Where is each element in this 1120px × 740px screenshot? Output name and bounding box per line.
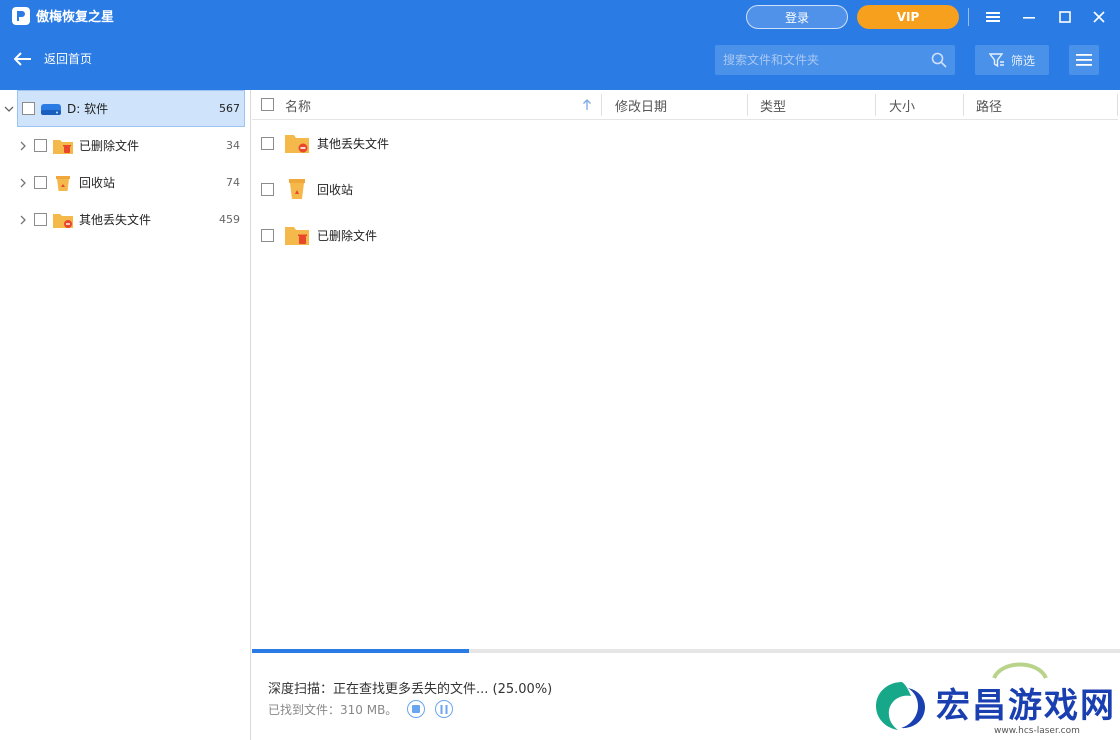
tree-item-recycle-bin[interactable]: 回收站 74 [0,164,250,201]
leaf-arc-icon [992,662,1048,680]
tree-item-count: 74 [226,176,240,189]
stop-scan-button[interactable] [407,700,426,718]
tree-item-label: 已删除文件 [79,139,140,153]
scan-found-row: 已找到文件：310 MB。 [268,700,454,718]
hamburger-icon [986,12,1000,22]
stop-icon [412,705,421,713]
lost-folder-icon [53,213,73,228]
chevron-down-icon[interactable] [4,104,14,114]
lost-folder-icon [285,135,309,153]
watermark-text: 宏昌游戏网 [936,686,1116,726]
chevron-right-icon[interactable] [18,178,28,188]
tree-item-label: 其他丢失文件 [79,213,152,227]
column-divider [1117,94,1118,116]
view-menu-button[interactable] [1069,45,1099,75]
tree-item-count: 34 [226,139,240,152]
column-type[interactable]: 类型 [760,90,786,120]
login-button[interactable]: 登录 [746,5,848,29]
row-file-name: 已删除文件 [317,228,378,243]
sidebar-tree: D: 软件 567 已删除文件 34 回收站 74 其他丢失文件 459 [0,90,251,740]
row-file-name: 回收站 [317,182,354,197]
search-input[interactable] [723,53,931,67]
app-menu-button[interactable] [981,5,1005,29]
app-title: 傲梅恢复之星 [12,6,114,25]
column-divider[interactable] [963,94,964,116]
maximize-button[interactable] [1053,5,1077,29]
column-path[interactable]: 路径 [976,90,1002,120]
row-checkbox[interactable] [261,136,274,150]
filter-label: 筛选 [1010,53,1035,68]
file-list: 名称 修改日期 类型 大小 路径 其他丢失文件 回收站 已删除文件 [252,90,1120,648]
filter-button[interactable]: 筛选 [975,45,1049,75]
vip-button[interactable]: VIP [857,5,959,29]
row-checkbox[interactable] [261,228,274,242]
chevron-right-icon[interactable] [18,141,28,151]
column-header: 名称 修改日期 类型 大小 路径 [252,90,1118,120]
close-icon [1093,11,1105,23]
tree-item-label: D: 软件 [67,102,109,116]
maximize-icon [1059,11,1071,23]
column-divider[interactable] [601,94,602,116]
watermark-url: www.hcs-laser.com [994,726,1080,736]
app-logo-icon [12,6,30,25]
close-button[interactable] [1087,5,1111,29]
deleted-folder-icon [285,227,309,245]
arrow-left-icon [14,51,31,66]
app-title-text: 傲梅恢复之星 [36,10,115,25]
scan-status-text: 深度扫描：正在查找更多丢失的文件... (25.00%) [268,682,553,697]
title-divider [968,8,969,26]
sort-ascending-icon[interactable] [582,99,592,111]
column-name[interactable]: 名称 [285,90,311,120]
tree-checkbox[interactable] [34,139,47,152]
tree-item-deleted-files[interactable]: 已删除文件 34 [0,127,250,164]
list-menu-icon [1076,54,1092,66]
minimize-icon [1023,17,1035,19]
tree-item-count: 459 [219,213,240,226]
pause-icon [440,704,448,714]
drive-icon [41,103,61,115]
back-home-button[interactable]: 返回首页 [14,50,92,67]
watermark: 宏昌游戏网 www.hcs-laser.com [870,658,1120,740]
row-checkbox[interactable] [261,182,274,196]
tree-item-count: 567 [219,102,240,115]
dragon-logo-icon [876,682,925,730]
search-icon[interactable] [931,52,947,68]
column-modified-date[interactable]: 修改日期 [615,90,667,120]
tree-item-drive-d[interactable]: D: 软件 567 [0,90,250,127]
column-size[interactable]: 大小 [889,90,915,120]
back-home-label: 返回首页 [44,52,93,66]
tree-checkbox[interactable] [34,176,47,189]
tree-checkbox[interactable] [22,102,35,115]
minimize-button[interactable] [1017,5,1041,29]
deleted-folder-icon [53,139,73,154]
chevron-right-icon[interactable] [18,215,28,225]
table-row[interactable]: 已删除文件 [252,212,1118,258]
column-divider[interactable] [747,94,748,116]
top-bar: 傲梅恢复之星 登录 VIP 返回首页 筛选 [0,0,1120,90]
column-divider[interactable] [875,94,876,116]
table-row[interactable]: 其他丢失文件 [252,120,1118,166]
filter-icon [988,53,1004,68]
tree-checkbox[interactable] [34,213,47,226]
row-file-name: 其他丢失文件 [317,136,390,151]
pause-scan-button[interactable] [435,700,454,718]
tree-item-label: 回收站 [79,176,116,190]
table-row[interactable]: 回收站 [252,166,1118,212]
search-box [715,45,955,75]
tree-item-other-lost-files[interactable]: 其他丢失文件 459 [0,201,250,238]
scan-found-text: 已找到文件：310 MB。 [268,702,398,717]
recycle-bin-icon [56,175,70,191]
recycle-bin-icon [289,179,305,199]
select-all-checkbox[interactable] [261,98,274,111]
